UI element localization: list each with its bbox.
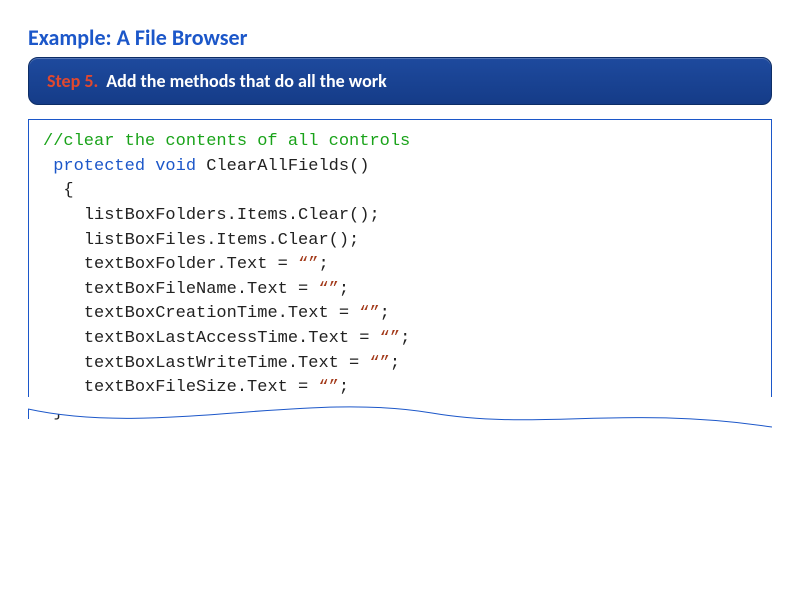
- code-line: textBoxFolder.Text =: [84, 255, 298, 274]
- string-literal: “”: [369, 354, 389, 373]
- page-title: Example: A File Browser: [28, 24, 772, 51]
- string-literal: “”: [318, 378, 338, 397]
- code-comment: //clear the contents of all controls: [43, 132, 410, 151]
- code-block: //clear the contents of all controls pro…: [28, 119, 772, 419]
- method-name: ClearAllFields(): [206, 157, 369, 176]
- code-text: //clear the contents of all controls pro…: [43, 130, 757, 426]
- string-literal: “”: [380, 329, 400, 348]
- kw-void: void: [155, 157, 196, 176]
- step-header-bar: Step 5. Add the methods that do all the …: [28, 57, 772, 105]
- kw-protected: protected: [53, 157, 145, 176]
- semi: ;: [400, 329, 410, 348]
- code-line: listBoxFolders.Items.Clear();: [84, 206, 380, 225]
- step-description: Add the methods that do all the work: [106, 70, 387, 92]
- string-literal: “”: [359, 304, 379, 323]
- string-literal: “”: [318, 280, 338, 299]
- semi: ;: [318, 255, 328, 274]
- code-line: textBoxLastWriteTime.Text =: [84, 354, 370, 373]
- semi: ;: [390, 354, 400, 373]
- code-line: textBoxLastAccessTime.Text =: [84, 329, 380, 348]
- code-line: textBoxFileSize.Text =: [84, 378, 319, 397]
- semi: ;: [339, 378, 349, 397]
- semi: ;: [380, 304, 390, 323]
- torn-edge-decoration: [28, 397, 772, 441]
- string-literal: “”: [298, 255, 318, 274]
- code-line: listBoxFiles.Items.Clear();: [84, 231, 359, 250]
- code-line: textBoxCreationTime.Text =: [84, 304, 359, 323]
- brace-open: {: [63, 181, 73, 200]
- semi: ;: [339, 280, 349, 299]
- step-label: Step 5.: [47, 70, 98, 92]
- code-line: textBoxFileName.Text =: [84, 280, 319, 299]
